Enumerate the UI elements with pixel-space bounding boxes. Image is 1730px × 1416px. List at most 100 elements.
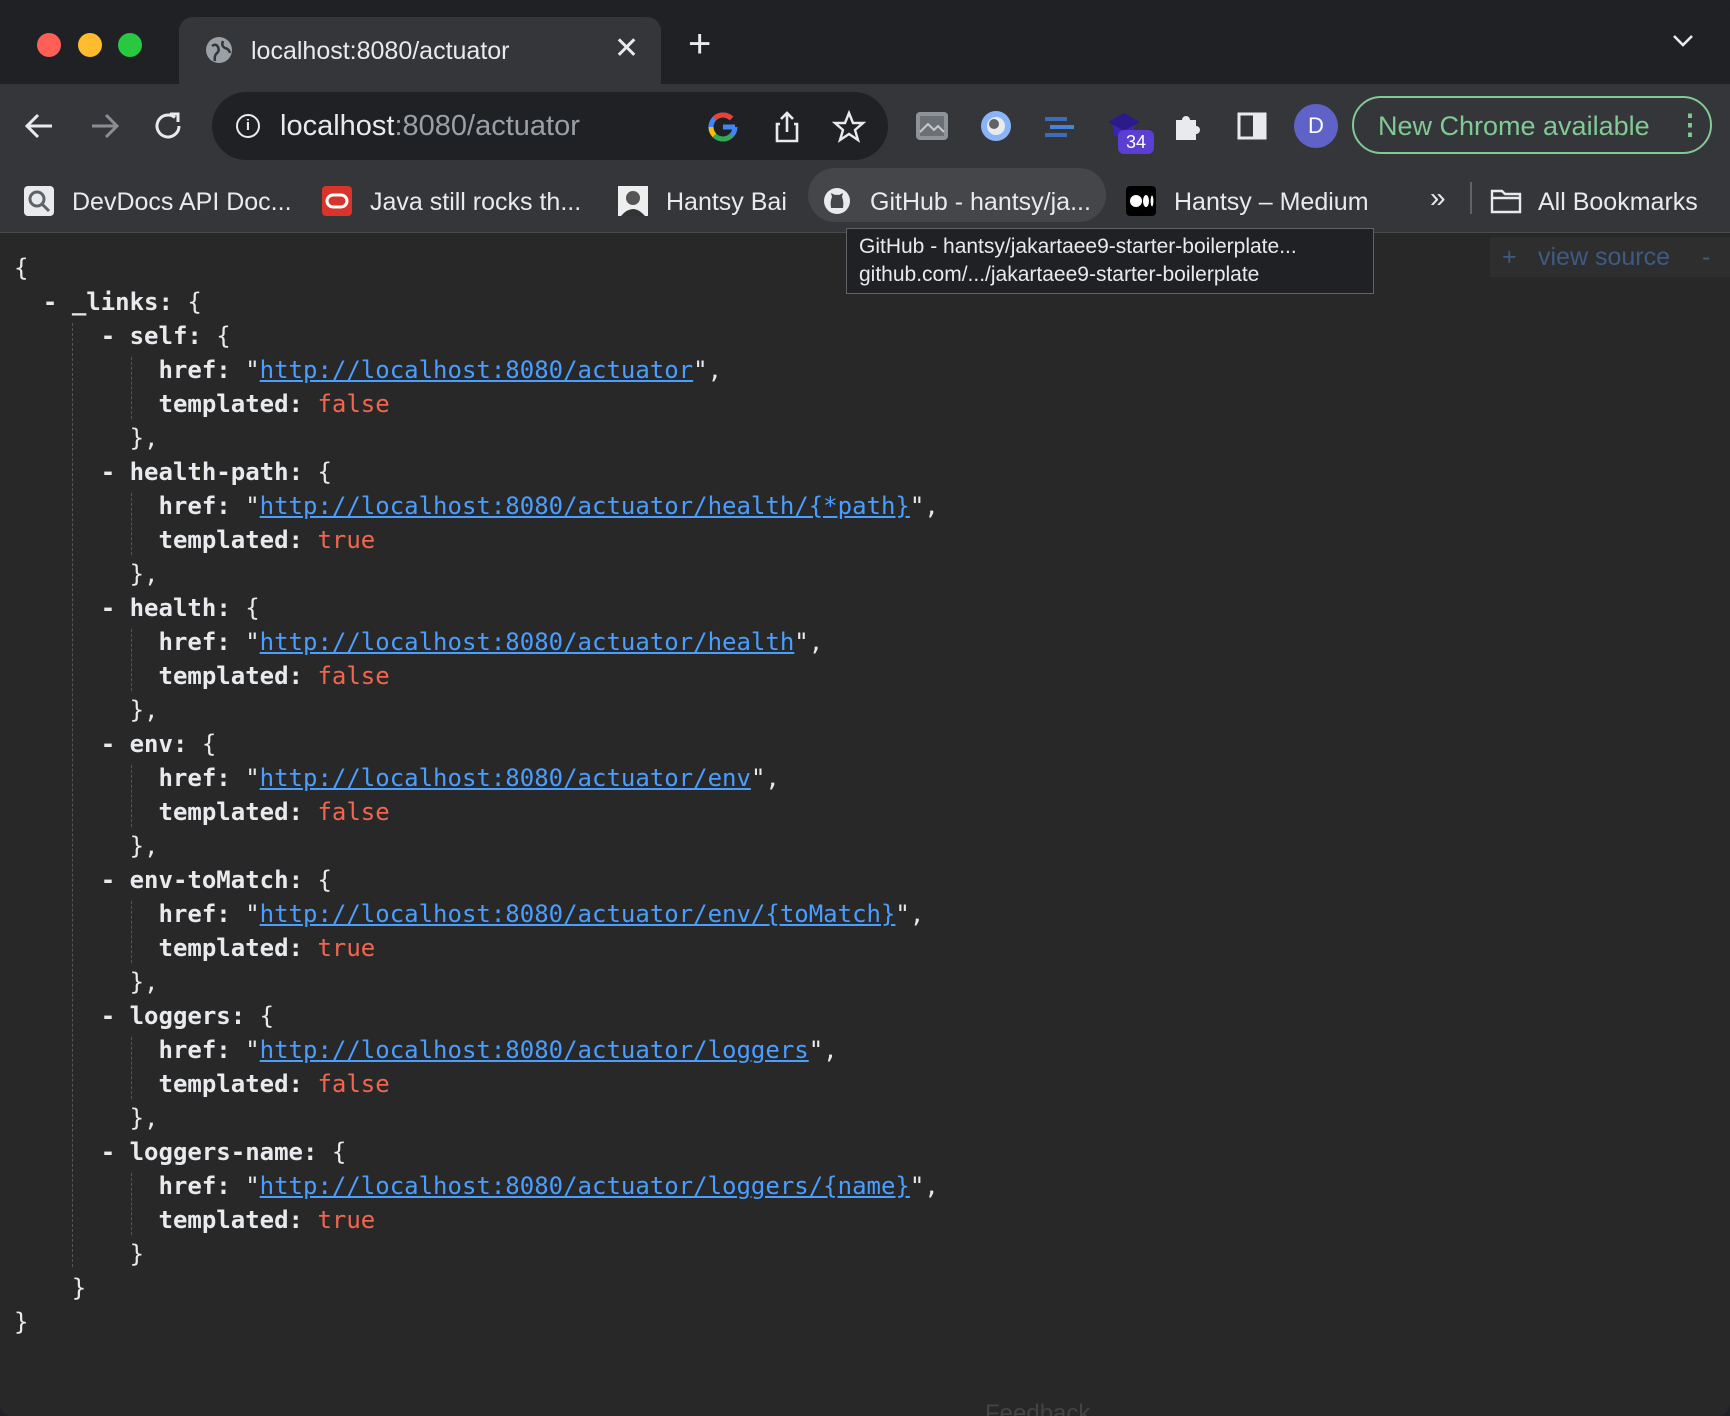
collapse-toggle[interactable]: - bbox=[101, 458, 115, 486]
href-link[interactable]: http://localhost:8080/actuator/env bbox=[260, 764, 751, 792]
update-label: New Chrome available bbox=[1378, 111, 1650, 141]
json-key: env bbox=[129, 730, 173, 758]
google-lens-icon[interactable] bbox=[706, 110, 740, 144]
json-key: health-path bbox=[129, 458, 289, 486]
bookmarks-overflow-button[interactable]: » bbox=[1430, 182, 1446, 214]
closing-brace: }, bbox=[129, 560, 159, 588]
window-close-button[interactable] bbox=[37, 33, 61, 57]
profile-avatar[interactable]: D bbox=[1294, 104, 1338, 148]
indent-guide bbox=[131, 765, 132, 827]
collapse-toggle[interactable]: - bbox=[101, 322, 115, 350]
json-key: href bbox=[158, 764, 217, 792]
json-object-close: } bbox=[14, 1237, 939, 1271]
forward-arrow-icon[interactable] bbox=[84, 106, 124, 146]
bookmark-label: DevDocs API Doc... bbox=[72, 188, 292, 216]
address-bar[interactable]: i localhost:8080/actuator bbox=[212, 92, 888, 160]
json-link-entry: - loggers: { href: "http://localhost:808… bbox=[14, 999, 939, 1135]
json-key: self bbox=[129, 322, 188, 350]
back-arrow-icon[interactable] bbox=[20, 106, 60, 146]
tab-strip: localhost:8080/actuator ✕ + bbox=[0, 0, 1730, 84]
json-root-close: } bbox=[14, 1308, 29, 1336]
json-key: templated bbox=[158, 1070, 289, 1098]
json-href-line: href: "http://localhost:8080/actuator/en… bbox=[158, 764, 780, 792]
extension-circle-icon[interactable] bbox=[978, 108, 1014, 144]
collapse-toggle[interactable]: - bbox=[101, 1138, 115, 1166]
json-link-entry: - health-path: { href: "http://localhost… bbox=[14, 455, 939, 591]
extension-image-icon[interactable] bbox=[914, 108, 950, 144]
json-key: templated bbox=[158, 1206, 289, 1234]
json-key: href bbox=[158, 900, 217, 928]
json-templated-line: templated: false bbox=[158, 1070, 390, 1098]
bookmark-label: Hantsy Bai bbox=[666, 188, 787, 216]
json-templated-line: templated: true bbox=[158, 1206, 376, 1234]
collapse-toggle[interactable]: - bbox=[101, 730, 115, 758]
view-source-link[interactable]: view source bbox=[1538, 243, 1670, 272]
tooltip-url: github.com/.../jakartaee9-starter-boiler… bbox=[859, 263, 1260, 286]
closing-brace: }, bbox=[129, 424, 159, 452]
tooltip-title: GitHub - hantsy/jakartaee9-starter-boile… bbox=[859, 235, 1297, 258]
globe-icon bbox=[206, 37, 232, 63]
reload-icon[interactable] bbox=[148, 106, 188, 146]
json-tree: { - _links: { - self: { href: "http://lo… bbox=[14, 251, 939, 1339]
json-key: href bbox=[158, 492, 217, 520]
href-link[interactable]: http://localhost:8080/actuator/health/{*… bbox=[260, 492, 910, 520]
collapse-toggle[interactable]: - bbox=[43, 288, 57, 316]
bookmarks-separator bbox=[1470, 182, 1472, 214]
expand-all-button[interactable]: + bbox=[1502, 243, 1517, 272]
json-link-header: - health-path: { bbox=[100, 458, 332, 486]
indent-guide bbox=[131, 1037, 132, 1099]
json-object-close: }, bbox=[14, 693, 939, 727]
bookmark-label: Hantsy – Medium bbox=[1174, 188, 1369, 216]
window-minimize-button[interactable] bbox=[78, 33, 102, 57]
json-link-entry: - self: { href: "http://localhost:8080/a… bbox=[14, 319, 939, 455]
json-key: templated bbox=[158, 798, 289, 826]
json-link-entry: - env-toMatch: { href: "http://localhost… bbox=[14, 863, 939, 999]
collapse-all-button[interactable]: - bbox=[1702, 243, 1710, 272]
bookmark-star-icon[interactable] bbox=[831, 109, 867, 144]
href-link[interactable]: http://localhost:8080/actuator/loggers bbox=[260, 1036, 809, 1064]
more-menu-icon[interactable]: ⋮ bbox=[1676, 106, 1704, 144]
site-info-icon[interactable]: i bbox=[236, 114, 260, 138]
chrome-update-button[interactable]: New Chrome available ⋮ bbox=[1352, 96, 1712, 154]
collapse-toggle[interactable]: - bbox=[101, 594, 115, 622]
href-link[interactable]: http://localhost:8080/actuator/env/{toMa… bbox=[260, 900, 896, 928]
extensions-puzzle-icon[interactable] bbox=[1170, 108, 1206, 144]
json-link-entry: - loggers-name: { href: "http://localhos… bbox=[14, 1135, 939, 1271]
indent-guide bbox=[72, 323, 73, 1267]
collapse-toggle[interactable]: - bbox=[101, 866, 115, 894]
href-link[interactable]: http://localhost:8080/actuator/loggers/{… bbox=[260, 1172, 910, 1200]
tab-active[interactable]: localhost:8080/actuator ✕ bbox=[179, 17, 661, 84]
collapse-toggle[interactable]: - bbox=[101, 1002, 115, 1030]
closing-brace: } bbox=[129, 1240, 145, 1268]
json-links-line: - _links: { bbox=[42, 288, 202, 316]
json-href-line: href: "http://localhost:8080/actuator/en… bbox=[158, 900, 925, 928]
json-viewer: + view source - { - _links: { - self: { … bbox=[0, 233, 1730, 1416]
share-icon[interactable] bbox=[770, 110, 804, 144]
templated-value: false bbox=[317, 798, 390, 826]
href-link[interactable]: http://localhost:8080/actuator/health bbox=[260, 628, 795, 656]
bookmarks-bar: DevDocs API Doc... Java still rocks th..… bbox=[0, 168, 1730, 233]
json-href-line: href: "http://localhost:8080/actuator/lo… bbox=[158, 1172, 939, 1200]
templated-value: true bbox=[317, 934, 376, 962]
json-object-close: }, bbox=[14, 965, 939, 999]
tab-close-icon[interactable]: ✕ bbox=[614, 31, 639, 67]
window-maximize-button[interactable] bbox=[118, 33, 142, 57]
bookmark-label: All Bookmarks bbox=[1538, 188, 1698, 216]
extension-lines-icon[interactable] bbox=[1042, 108, 1078, 144]
closing-brace: }, bbox=[129, 696, 159, 724]
side-panel-icon[interactable] bbox=[1234, 108, 1270, 144]
json-key: loggers bbox=[129, 1002, 231, 1030]
devdocs-icon bbox=[24, 186, 54, 216]
json-key: health bbox=[129, 594, 217, 622]
tab-search-chevron-icon[interactable] bbox=[1672, 34, 1694, 53]
closing-brace: }, bbox=[129, 968, 159, 996]
medium-icon bbox=[1126, 186, 1156, 216]
json-href-line: href: "http://localhost:8080/actuator/he… bbox=[158, 628, 824, 656]
new-tab-button[interactable]: + bbox=[688, 24, 711, 64]
address-url[interactable]: localhost:8080/actuator bbox=[280, 110, 580, 143]
json-templated-line: templated: false bbox=[158, 662, 390, 690]
json-href-line: href: "http://localhost:8080/actuator/lo… bbox=[158, 1036, 838, 1064]
feedback-link[interactable]: Feedback bbox=[985, 1400, 1090, 1416]
bookmark-label: Java still rocks th... bbox=[370, 188, 582, 216]
href-link[interactable]: http://localhost:8080/actuator bbox=[260, 356, 693, 384]
